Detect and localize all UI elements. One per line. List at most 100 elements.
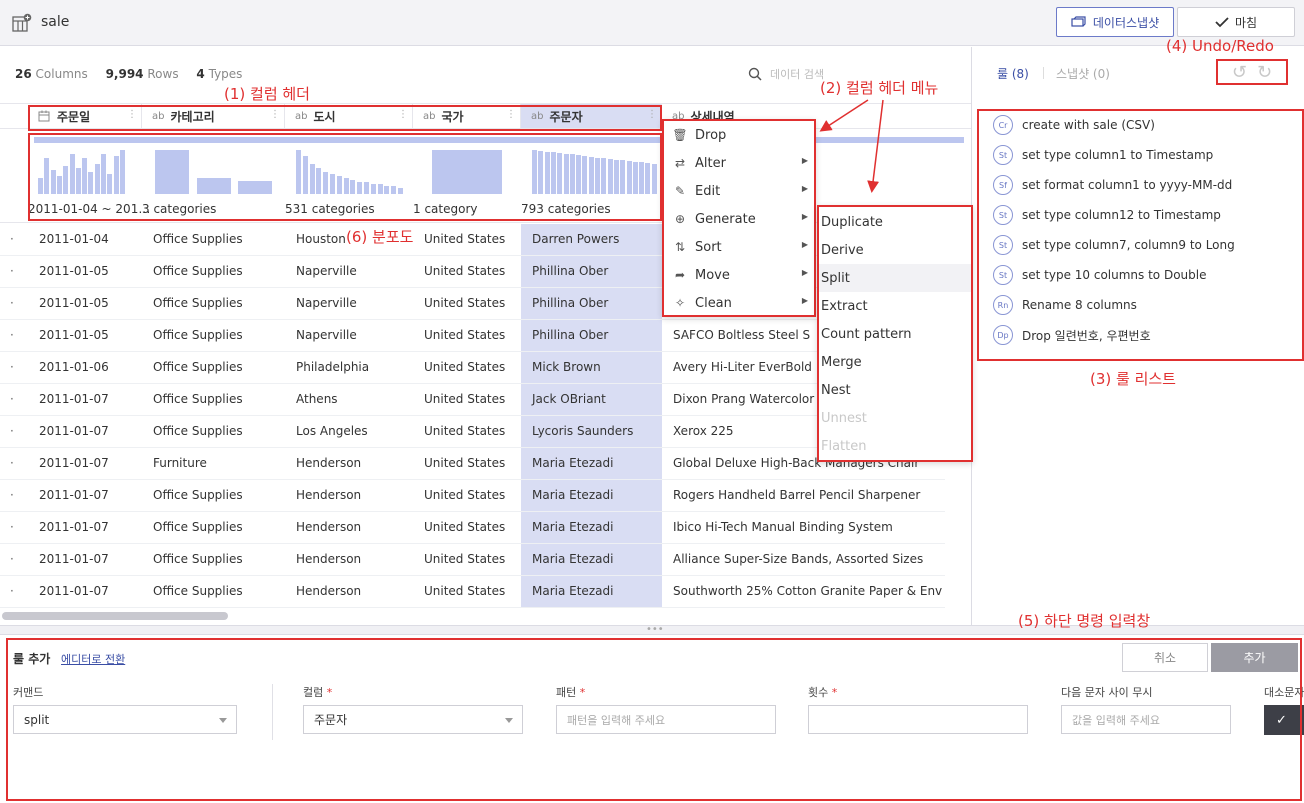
submenu-item-split[interactable]: Split [819, 264, 971, 292]
table-cell[interactable]: Naperville [296, 320, 416, 351]
table-cell[interactable]: Rogers Handheld Barrel Pencil Sharpener [673, 480, 945, 511]
table-cell[interactable]: 2011-01-05 [39, 288, 139, 319]
table-cell[interactable]: Office Supplies [153, 320, 283, 351]
column-more-icon[interactable]: ⋮ [270, 109, 280, 120]
table-cell[interactable]: Henderson [296, 480, 416, 511]
menu-item-clean[interactable]: ✧ Clean ▶ [664, 289, 814, 317]
table-cell[interactable]: United States [424, 352, 520, 383]
column-more-icon[interactable]: ⋮ [647, 109, 657, 120]
table-cell[interactable]: Jack OBriant [521, 384, 662, 415]
cancel-button[interactable]: 취소 [1122, 643, 1208, 672]
table-row[interactable]: · 2011-01-07 Office Supplies Henderson Unite… [0, 480, 945, 512]
table-cell[interactable]: Naperville [296, 256, 416, 287]
menu-item-generate[interactable]: ⊕ Generate ▶ [664, 205, 814, 233]
done-button[interactable]: 마침 [1177, 7, 1295, 37]
table-cell[interactable]: Ibico Hi-Tech Manual Binding System [673, 512, 945, 543]
table-cell[interactable]: United States [424, 576, 520, 607]
table-cell[interactable]: Alliance Super-Size Bands, Assorted Size… [673, 544, 945, 575]
table-cell[interactable]: Office Supplies [153, 288, 283, 319]
submenu-item-merge[interactable]: Merge [819, 348, 971, 376]
table-cell[interactable]: United States [424, 512, 520, 543]
table-cell[interactable]: Maria Etezadi [521, 448, 662, 479]
column-header-category[interactable]: ab 카테고리 ⋮ [142, 104, 285, 128]
table-cell[interactable]: Maria Etezadi [521, 576, 662, 607]
table-cell[interactable]: 2011-01-06 [39, 352, 139, 383]
pattern-input[interactable]: 패턴을 입력해 주세요 [556, 705, 776, 734]
table-cell[interactable]: Henderson [296, 448, 416, 479]
redo-icon[interactable]: ↻ [1257, 62, 1272, 83]
table-row[interactable]: · 2011-01-07 Office Supplies Henderson Unite… [0, 544, 945, 576]
case-sensitive-toggle[interactable]: ✓ [1264, 705, 1304, 735]
data-search[interactable]: 데이터 검색 [748, 66, 824, 82]
rule-item[interactable]: Dp Drop 일련번호, 우편번호 [979, 320, 1304, 350]
table-cell[interactable]: 2011-01-07 [39, 416, 139, 447]
column-more-icon[interactable]: ⋮ [127, 109, 137, 120]
table-cell[interactable]: Office Supplies [153, 576, 283, 607]
submenu-item-extract[interactable]: Extract [819, 292, 971, 320]
table-cell[interactable]: Office Supplies [153, 352, 283, 383]
column-more-icon[interactable]: ⋮ [398, 109, 408, 120]
column-header-city[interactable]: ab 도시 ⋮ [285, 104, 413, 128]
table-cell[interactable]: United States [424, 320, 520, 351]
table-cell[interactable]: 2011-01-07 [39, 512, 139, 543]
table-cell[interactable]: 2011-01-07 [39, 448, 139, 479]
table-cell[interactable]: Office Supplies [153, 544, 283, 575]
table-cell[interactable]: Phillina Ober [521, 288, 662, 319]
table-cell[interactable]: Maria Etezadi [521, 480, 662, 511]
table-cell[interactable]: Southworth 25% Cotton Granite Paper & En… [673, 576, 945, 607]
table-cell[interactable]: United States [424, 448, 520, 479]
menu-item-edit[interactable]: ✎ Edit ▶ [664, 177, 814, 205]
table-cell[interactable]: Office Supplies [153, 416, 283, 447]
table-cell[interactable]: Office Supplies [153, 480, 283, 511]
table-cell[interactable]: United States [424, 256, 520, 287]
table-cell[interactable]: Darren Powers [521, 224, 662, 255]
tab-rules[interactable]: 룰 (8) [997, 65, 1029, 82]
table-cell[interactable]: 2011-01-07 [39, 480, 139, 511]
table-cell[interactable]: 2011-01-05 [39, 320, 139, 351]
drag-handle-icon[interactable]: ••• [646, 625, 664, 635]
menu-item-sort[interactable]: ⇅ Sort ▶ [664, 233, 814, 261]
command-select[interactable]: split [13, 705, 237, 734]
table-cell[interactable]: United States [424, 224, 520, 255]
table-cell[interactable]: Mick Brown [521, 352, 662, 383]
table-cell[interactable]: United States [424, 384, 520, 415]
table-cell[interactable]: Naperville [296, 288, 416, 319]
table-cell[interactable]: Athens [296, 384, 416, 415]
rule-item[interactable]: St set type 10 columns to Double [979, 260, 1304, 290]
table-cell[interactable]: 2011-01-07 [39, 544, 139, 575]
table-row[interactable]: · 2011-01-07 Office Supplies Los Angeles Uni… [0, 416, 945, 448]
column-more-icon[interactable]: ⋮ [506, 109, 516, 120]
data-snapshot-button[interactable]: 데이터스냅샷 [1056, 7, 1174, 37]
rule-item[interactable]: Sf set format column1 to yyyy-MM-dd [979, 170, 1304, 200]
submenu-item-derive[interactable]: Derive [819, 236, 971, 264]
table-cell[interactable]: 2011-01-04 [39, 224, 139, 255]
table-cell[interactable]: Furniture [153, 448, 283, 479]
submenu-item-duplicate[interactable]: Duplicate [819, 208, 971, 236]
table-row[interactable]: · 2011-01-07 Furniture Henderson United Stat… [0, 448, 945, 480]
table-row[interactable]: · 2011-01-07 Office Supplies Henderson Unite… [0, 512, 945, 544]
table-cell[interactable]: Maria Etezadi [521, 512, 662, 543]
table-cell[interactable]: 2011-01-07 [39, 576, 139, 607]
menu-item-alter[interactable]: ⇄ Alter ▶ [664, 149, 814, 177]
table-cell[interactable]: Office Supplies [153, 384, 283, 415]
rule-item[interactable]: Rn Rename 8 columns [979, 290, 1304, 320]
column-select[interactable]: 주문자 [303, 705, 523, 734]
menu-item-drop[interactable]: 🗑 Drop [664, 121, 814, 149]
rule-item[interactable]: St set type column12 to Timestamp [979, 200, 1304, 230]
submenu-item-count-pattern[interactable]: Count pattern [819, 320, 971, 348]
table-cell[interactable]: Office Supplies [153, 512, 283, 543]
table-cell[interactable]: 2011-01-07 [39, 384, 139, 415]
table-row[interactable]: · 2011-01-07 Office Supplies Athens United S… [0, 384, 945, 416]
table-cell[interactable]: Philadelphia [296, 352, 416, 383]
table-cell[interactable]: Phillina Ober [521, 256, 662, 287]
horizontal-scrollbar[interactable] [2, 612, 228, 620]
rule-item[interactable]: Cr create with sale (CSV) [979, 110, 1304, 140]
rule-item[interactable]: St set type column7, column9 to Long [979, 230, 1304, 260]
table-cell[interactable]: 2011-01-05 [39, 256, 139, 287]
table-cell[interactable]: Henderson [296, 544, 416, 575]
table-cell[interactable]: Henderson [296, 512, 416, 543]
menu-item-move[interactable]: ➦ Move ▶ [664, 261, 814, 289]
submenu-item-nest[interactable]: Nest [819, 376, 971, 404]
add-button[interactable]: 추가 [1211, 643, 1298, 672]
table-cell[interactable]: Maria Etezadi [521, 544, 662, 575]
